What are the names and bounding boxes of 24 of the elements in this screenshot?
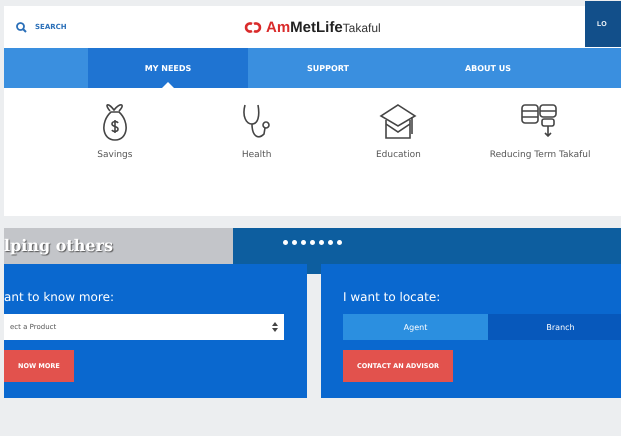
graduation-cap-icon xyxy=(378,102,418,142)
need-label[interactable]: Education xyxy=(376,150,421,160)
card-heading: ant to know more: xyxy=(4,290,115,304)
banner-title: lping others xyxy=(4,236,114,255)
search-icon xyxy=(16,22,27,32)
carousel-dot[interactable] xyxy=(301,240,306,245)
carousel-dot[interactable] xyxy=(310,240,315,245)
locate-tab[interactable]: Agent xyxy=(343,314,488,340)
need-label[interactable]: Savings xyxy=(97,150,132,160)
locate-tab[interactable]: Branch xyxy=(488,314,621,340)
carousel-dot[interactable] xyxy=(319,240,324,245)
need-label[interactable]: Health xyxy=(242,150,272,160)
nav-tab[interactable]: ABOUT US xyxy=(408,48,568,88)
need-label[interactable]: Reducing Term Takaful xyxy=(490,150,590,160)
carousel-dot[interactable] xyxy=(337,240,342,245)
card-heading: I want to locate: xyxy=(343,290,442,304)
updown-icon xyxy=(272,322,278,332)
carousel-dot[interactable] xyxy=(292,240,297,245)
logo-text: AmMetLifeTakaful xyxy=(266,18,381,36)
nav-tab[interactable]: MY NEEDS xyxy=(88,48,248,88)
carousel-dot[interactable] xyxy=(283,240,288,245)
nav-tab[interactable]: SUPPORT xyxy=(248,48,408,88)
logo-icon xyxy=(244,22,262,32)
carousel-dot[interactable] xyxy=(328,240,333,245)
